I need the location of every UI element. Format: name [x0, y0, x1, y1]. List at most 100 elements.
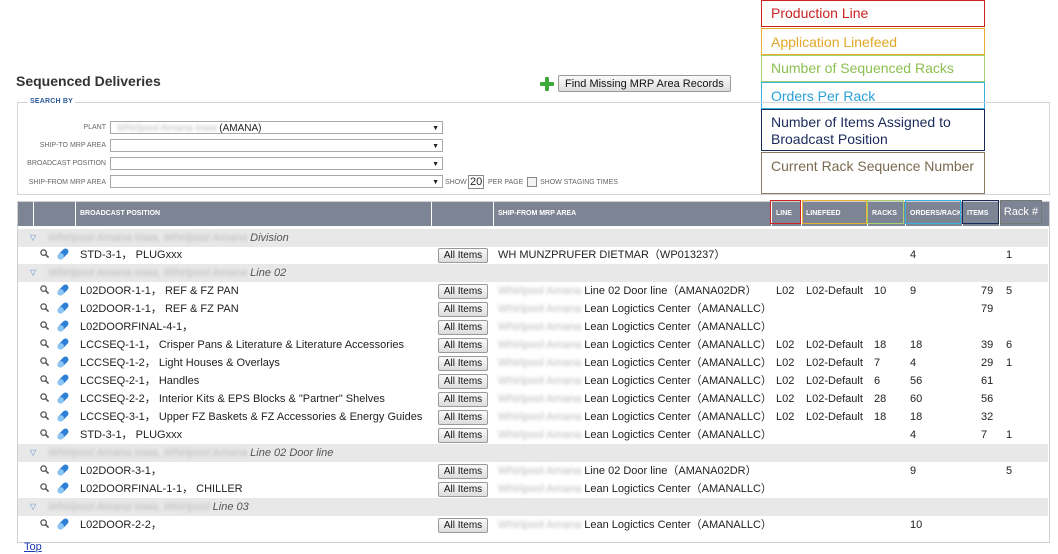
table-row: LCCSEQ-1-1， Crisper Pans & Literature & … [18, 336, 1048, 354]
ship-from-value: Lean Logictics Center（AMANALLC） [584, 429, 772, 441]
show-label: SHOW [445, 179, 467, 186]
dropdown-caret-icon: ▼ [432, 125, 439, 132]
pill-icon[interactable] [56, 409, 70, 423]
linefeed-cell: L02-Default [806, 393, 863, 405]
group-name: Line 03 [212, 501, 249, 513]
magnifier-icon[interactable] [40, 357, 49, 366]
pill-icon[interactable] [56, 301, 70, 315]
group-title: Whirlpool Amana Iowa, Whirlpool Amana Li… [48, 264, 286, 282]
rack-cell: 1 [1006, 429, 1013, 441]
items-cell: 56 [981, 393, 994, 405]
magnifier-icon[interactable] [40, 339, 49, 348]
group-row[interactable]: ▽ Whirlpool Amana Iowa, Whirlpool Amana D… [18, 229, 1048, 247]
ship-from-value: Lean Logictics Center（AMANALLC） [584, 339, 772, 351]
pill-icon[interactable] [56, 283, 70, 297]
all-items-button[interactable]: All Items [438, 284, 488, 299]
group-name-redacted: Whirlpool Amana Iowa, Whirlpool Amana [48, 267, 248, 279]
pill-icon[interactable] [56, 517, 70, 531]
all-items-button[interactable]: All Items [438, 428, 488, 443]
group-row[interactable]: ▽ Whirlpool Amana Iowa, Whirlpool Amana L… [18, 444, 1048, 462]
all-items-button[interactable]: All Items [438, 374, 488, 389]
ship-to-label: SHIP-TO MRP AREA [39, 142, 106, 149]
collapse-triangle-icon[interactable]: ▽ [30, 229, 36, 247]
ship-from-redacted: Whirlpool Amana [498, 321, 582, 333]
all-items-button[interactable]: All Items [438, 482, 488, 497]
table-row: LCCSEQ-1-2， Light Houses & Overlays All I… [18, 354, 1048, 372]
header-broadcast-position[interactable]: BROADCAST POSITION [76, 202, 432, 226]
all-items-button[interactable]: All Items [438, 518, 488, 533]
magnifier-icon[interactable] [40, 429, 49, 438]
per-page-input[interactable]: 20 [468, 175, 484, 189]
all-items-button[interactable]: All Items [438, 248, 488, 263]
pill-icon[interactable] [56, 463, 70, 477]
plant-select[interactable]: Whirlpool Amana Iowa (AMANA) ▼ [110, 121, 443, 134]
broadcast-position-cell: L02DOOR-3-1， [80, 465, 162, 477]
ship-from-redacted: Whirlpool Amana [498, 519, 582, 531]
all-items-button[interactable]: All Items [438, 338, 488, 353]
racks-cell: 18 [874, 411, 887, 423]
collapse-triangle-icon[interactable]: ▽ [30, 444, 36, 462]
ship-from-value: Lean Logictics Center（AMANALLC） [584, 393, 772, 405]
rack-cell: 6 [1006, 339, 1013, 351]
orders-cell: 9 [910, 285, 917, 297]
pill-icon[interactable] [56, 355, 70, 369]
ship-from-value: Lean Logictics Center（AMANALLC） [584, 303, 772, 315]
table-row: L02DOOR-1-1， REF & FZ PAN All Items Whirlp… [18, 300, 1048, 318]
group-row[interactable]: ▽ Whirlpool Amana Iowa, Whirlpool Amana L… [18, 264, 1048, 282]
group-row[interactable]: ▽ Whirlpool Amana Iowa, Whirlpool Line 03 [18, 498, 1048, 516]
all-items-button[interactable]: All Items [438, 392, 488, 407]
table-row: L02DOOR-3-1， All Items Whirlpool Amana Lin… [18, 462, 1048, 480]
all-items-button[interactable]: All Items [438, 356, 488, 371]
pill-icon[interactable] [56, 427, 70, 441]
magnifier-icon[interactable] [40, 375, 49, 384]
magnifier-icon[interactable] [40, 285, 49, 294]
top-link[interactable]: Top [24, 541, 42, 553]
ship-from-select[interactable]: ▼ [110, 175, 443, 188]
magnifier-icon[interactable] [40, 393, 49, 402]
orders-cell: 4 [910, 429, 917, 441]
all-items-button[interactable]: All Items [438, 410, 488, 425]
legend-sequenced-racks: Number of Sequenced Racks [761, 55, 985, 82]
magnifier-icon[interactable] [40, 411, 49, 420]
linefeed-cell: L02-Default [806, 375, 863, 387]
ship-from-cell: Whirlpool Amana Lean Logictics Center（AM… [498, 480, 772, 498]
table-row: L02DOORFINAL-1-1， CHILLER All Items Whirlp… [18, 480, 1048, 498]
linefeed-highlight [802, 200, 867, 224]
ship-from-cell: Whirlpool Amana Lean Logictics Center（AM… [498, 426, 772, 444]
all-items-button[interactable]: All Items [438, 302, 488, 317]
staging-times-checkbox[interactable] [527, 177, 537, 187]
broadcast-position-cell: LCCSEQ-2-1， Handles [80, 375, 200, 387]
add-icon [540, 76, 554, 91]
magnifier-icon[interactable] [40, 249, 49, 258]
pill-icon[interactable] [56, 319, 70, 333]
magnifier-icon[interactable] [40, 483, 49, 492]
pill-icon[interactable] [56, 373, 70, 387]
ship-from-redacted: Whirlpool Amana [498, 375, 582, 387]
find-missing-mrp-button[interactable]: Find Missing MRP Area Records [558, 75, 731, 92]
pill-icon[interactable] [56, 247, 70, 261]
all-items-button[interactable]: All Items [438, 320, 488, 335]
racks-cell: 6 [874, 375, 881, 387]
group-name: Line 02 [250, 267, 287, 279]
broadcast-position-cell: L02DOOR-1-1， REF & FZ PAN [80, 303, 239, 315]
header-ship-from[interactable]: SHIP-FROM MRP AREA [494, 202, 772, 226]
magnifier-icon[interactable] [40, 303, 49, 312]
ship-from-redacted: Whirlpool Amana [498, 303, 582, 315]
ship-from-redacted: Whirlpool Amana [498, 393, 582, 405]
ship-to-select[interactable]: ▼ [110, 139, 443, 152]
collapse-triangle-icon[interactable]: ▽ [30, 498, 36, 516]
magnifier-icon[interactable] [40, 321, 49, 330]
pill-icon[interactable] [56, 391, 70, 405]
pill-icon[interactable] [56, 337, 70, 351]
rack-cell: 5 [1006, 285, 1013, 297]
ship-from-cell: Whirlpool Amana Line 02 Door line（AMANA0… [498, 282, 757, 300]
broadcast-select[interactable]: ▼ [110, 157, 443, 170]
header-rack-number: Rack # [1000, 200, 1042, 224]
magnifier-icon[interactable] [40, 519, 49, 528]
all-items-button[interactable]: All Items [438, 464, 488, 479]
collapse-triangle-icon[interactable]: ▽ [30, 264, 36, 282]
pill-icon[interactable] [56, 481, 70, 495]
table-row: LCCSEQ-3-1， Upper FZ Baskets & FZ Access… [18, 408, 1048, 426]
group-title: Whirlpool Amana Iowa, Whirlpool Amana Di… [48, 229, 289, 247]
magnifier-icon[interactable] [40, 465, 49, 474]
